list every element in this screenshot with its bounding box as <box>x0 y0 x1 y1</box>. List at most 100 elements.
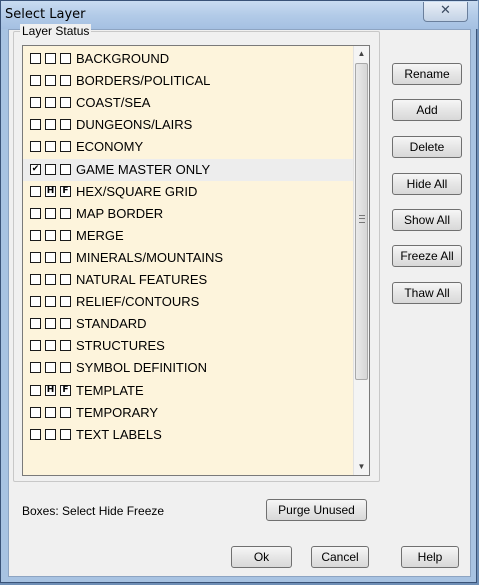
hide-checkbox[interactable] <box>45 97 56 109</box>
layer-row[interactable]: DUNGEONS/LAIRS <box>23 114 356 136</box>
layer-name: GAME MASTER ONLY <box>76 161 211 177</box>
hide-checkbox[interactable] <box>45 163 56 175</box>
scroll-down-icon[interactable]: ▼ <box>354 459 369 475</box>
hide-checkbox[interactable]: H <box>45 384 56 396</box>
freeze-checkbox[interactable] <box>60 274 71 285</box>
layer-name: STRUCTURES <box>76 338 165 354</box>
layer-row[interactable]: BORDERS/POLITICAL <box>23 70 356 92</box>
hide-checkbox[interactable] <box>45 119 56 131</box>
hide-all-button[interactable]: Hide All <box>392 173 462 195</box>
layer-row[interactable]: TEXT LABELS <box>23 424 356 446</box>
layer-row[interactable]: H F TEMPLATE <box>23 380 356 402</box>
freeze-checkbox[interactable] <box>60 141 71 153</box>
hide-checkbox[interactable] <box>45 75 56 87</box>
close-icon: ✕ <box>440 3 451 18</box>
delete-button[interactable]: Delete <box>392 136 462 158</box>
select-checkbox[interactable] <box>30 428 41 440</box>
hide-checkbox[interactable] <box>45 274 56 285</box>
layer-row[interactable]: STRUCTURES <box>23 335 356 357</box>
layer-row[interactable]: COAST/SEA <box>23 92 356 114</box>
layer-row[interactable]: RELIEF/CONTOURS <box>23 291 356 313</box>
layer-row[interactable]: TEMPORARY <box>23 402 356 424</box>
select-checkbox[interactable] <box>30 75 41 87</box>
select-checkbox[interactable] <box>30 384 41 396</box>
hide-checkbox[interactable]: H <box>45 185 56 197</box>
rename-button[interactable]: Rename <box>392 63 462 85</box>
ok-button[interactable]: Ok <box>231 546 292 568</box>
select-checkbox[interactable] <box>30 97 41 109</box>
freeze-checkbox[interactable] <box>60 229 71 241</box>
layer-name: MERGE <box>76 227 124 243</box>
select-checkbox[interactable] <box>30 318 41 330</box>
layer-name: ECONOMY <box>76 139 144 155</box>
layer-row[interactable]: ✔ GAME MASTER ONLY <box>23 158 356 181</box>
add-button[interactable]: Add <box>392 99 462 121</box>
layer-row[interactable]: STANDARD <box>23 313 356 335</box>
layer-name: RELIEF/CONTOURS <box>76 294 200 310</box>
freeze-checkbox[interactable] <box>60 362 71 374</box>
select-checkbox[interactable] <box>30 406 41 418</box>
hide-checkbox[interactable] <box>45 229 56 241</box>
freeze-checkbox[interactable] <box>60 428 71 440</box>
group-legend: Layer Status <box>20 24 92 38</box>
cancel-button[interactable]: Cancel <box>311 546 369 568</box>
hide-checkbox[interactable] <box>45 53 56 64</box>
scroll-thumb[interactable] <box>355 63 368 380</box>
layer-name: MAP BORDER <box>76 205 164 221</box>
close-button[interactable]: ✕ <box>423 2 468 22</box>
thaw-all-button[interactable]: Thaw All <box>392 282 462 304</box>
hide-checkbox[interactable] <box>45 362 56 374</box>
freeze-checkbox[interactable] <box>60 119 71 131</box>
layer-row[interactable]: MAP BORDER <box>23 203 356 225</box>
hide-checkbox[interactable] <box>45 406 56 418</box>
freeze-checkbox[interactable] <box>60 97 71 109</box>
hide-checkbox[interactable] <box>45 428 56 440</box>
select-checkbox[interactable] <box>30 185 41 197</box>
select-checkbox[interactable] <box>30 207 41 219</box>
scroll-up-icon[interactable]: ▲ <box>354 46 369 62</box>
select-checkbox[interactable] <box>30 53 41 64</box>
freeze-checkbox[interactable] <box>60 340 71 352</box>
layer-name: STANDARD <box>76 316 147 332</box>
layer-name: BACKGROUND <box>76 51 170 66</box>
layer-row[interactable]: H F HEX/SQUARE GRID <box>23 181 356 203</box>
freeze-all-button[interactable]: Freeze All <box>392 245 462 267</box>
hide-checkbox[interactable] <box>45 207 56 219</box>
freeze-checkbox[interactable] <box>60 75 71 87</box>
hide-checkbox[interactable] <box>45 251 56 263</box>
freeze-checkbox[interactable] <box>60 53 71 64</box>
select-checkbox[interactable] <box>30 141 41 153</box>
freeze-checkbox[interactable] <box>60 207 71 219</box>
select-checkbox[interactable] <box>30 119 41 131</box>
freeze-checkbox[interactable] <box>60 318 71 330</box>
layer-row[interactable]: ECONOMY <box>23 136 356 158</box>
layer-list[interactable]: TEXT LABELS TEMPORARY H F TEMPLATE SYMBOL DEF… <box>22 45 370 476</box>
select-checkbox[interactable] <box>30 251 41 263</box>
freeze-checkbox[interactable] <box>60 251 71 263</box>
freeze-checkbox[interactable] <box>60 296 71 308</box>
hide-checkbox[interactable] <box>45 318 56 330</box>
layer-row[interactable]: MINERALS/MOUNTAINS <box>23 247 356 269</box>
select-checkbox[interactable] <box>30 274 41 285</box>
select-checkbox[interactable] <box>30 229 41 241</box>
vertical-scrollbar[interactable]: ▲ ▼ <box>353 46 369 475</box>
hide-checkbox[interactable] <box>45 141 56 153</box>
freeze-checkbox[interactable]: F <box>60 384 71 396</box>
select-checkbox[interactable] <box>30 296 41 308</box>
layer-row[interactable]: NATURAL FEATURES <box>23 269 356 291</box>
show-all-button[interactable]: Show All <box>392 209 462 231</box>
help-button[interactable]: Help <box>401 546 459 568</box>
select-checkbox[interactable]: ✔ <box>30 163 41 175</box>
hide-checkbox[interactable] <box>45 296 56 308</box>
layer-row[interactable]: BACKGROUND <box>23 48 356 70</box>
layer-row[interactable]: MERGE <box>23 225 356 247</box>
layer-name: HEX/SQUARE GRID <box>76 183 198 199</box>
freeze-checkbox[interactable]: F <box>60 185 71 197</box>
layer-row[interactable]: SYMBOL DEFINITION <box>23 357 356 379</box>
freeze-checkbox[interactable] <box>60 406 71 418</box>
freeze-checkbox[interactable] <box>60 163 71 175</box>
select-checkbox[interactable] <box>30 340 41 352</box>
purge-unused-button[interactable]: Purge Unused <box>266 499 367 521</box>
hide-checkbox[interactable] <box>45 340 56 352</box>
select-checkbox[interactable] <box>30 362 41 374</box>
